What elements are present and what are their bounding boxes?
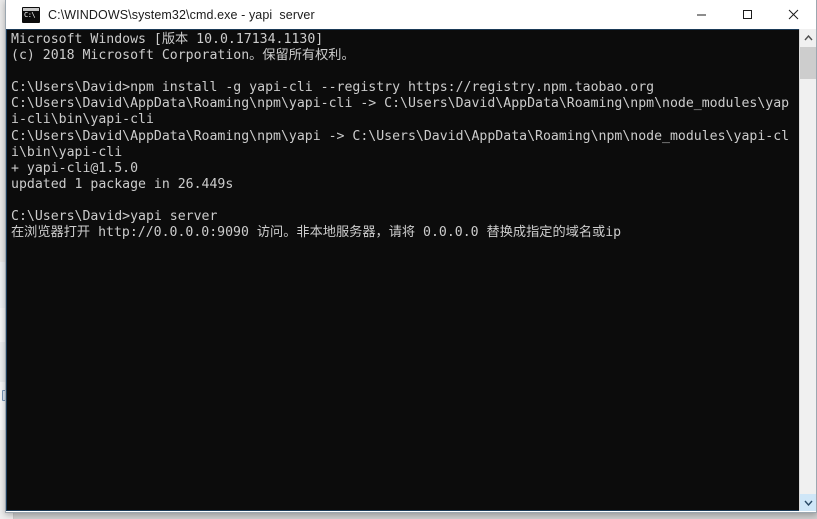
close-button[interactable] [770,0,816,29]
scroll-up-button[interactable] [800,29,816,46]
minimize-icon [696,14,706,16]
console-line: C:\Users\David>npm install -g yapi-cli -… [11,80,655,96]
console-line: + yapi-cli@1.5.0 [11,160,139,176]
close-icon [788,9,798,20]
cmd-icon: C:\ [22,6,40,23]
scroll-thumb[interactable] [800,47,816,79]
vertical-scrollbar[interactable] [799,29,816,511]
console-line: (c) 2018 Microsoft Corporation。保留所有权利。 [11,48,355,64]
console-line: updated 1 package in 26.449s [11,176,234,192]
chevron-down-icon [803,500,813,506]
cmd-icon-text: C:\ [24,10,36,19]
window-title: C:\WINDOWS\system32\cmd.exe - yapi serve… [48,7,315,22]
cmd-window: C:\ C:\WINDOWS\system32\cmd.exe - yapi s… [5,0,817,513]
console-line: i-cli\bin\yapi-cli [11,112,154,128]
console-text: Microsoft Windows [版本 10.0.17134.1130] (c… [11,32,795,241]
console-line: C:\Users\David>yapi server [11,209,218,225]
console-line: C:\Users\David\AppData\Roaming\npm\yapi-… [11,96,790,112]
title-bar[interactable]: C:\ C:\WINDOWS\system32\cmd.exe - yapi s… [6,0,816,30]
desktop-background: C:\ C:\WINDOWS\system32\cmd.exe - yapi s… [0,0,817,519]
scroll-down-button[interactable] [800,494,816,511]
window-controls [678,0,816,29]
scroll-track[interactable] [800,79,816,494]
console-line: Microsoft Windows [版本 10.0.17134.1130] [11,32,324,47]
maximize-icon [742,10,752,19]
console-output-area[interactable]: Microsoft Windows [版本 10.0.17134.1130] (c… [6,29,816,511]
console-line: i\bin\yapi-cli [11,144,123,160]
minimize-button[interactable] [678,0,724,29]
console-line: C:\Users\David\AppData\Roaming\npm\yapi … [11,128,790,144]
maximize-button[interactable] [724,0,770,29]
chevron-up-icon [803,34,813,40]
console-line: 在浏览器打开 http://0.0.0.0:9090 访问。非本地服务器，请将 … [11,225,622,241]
